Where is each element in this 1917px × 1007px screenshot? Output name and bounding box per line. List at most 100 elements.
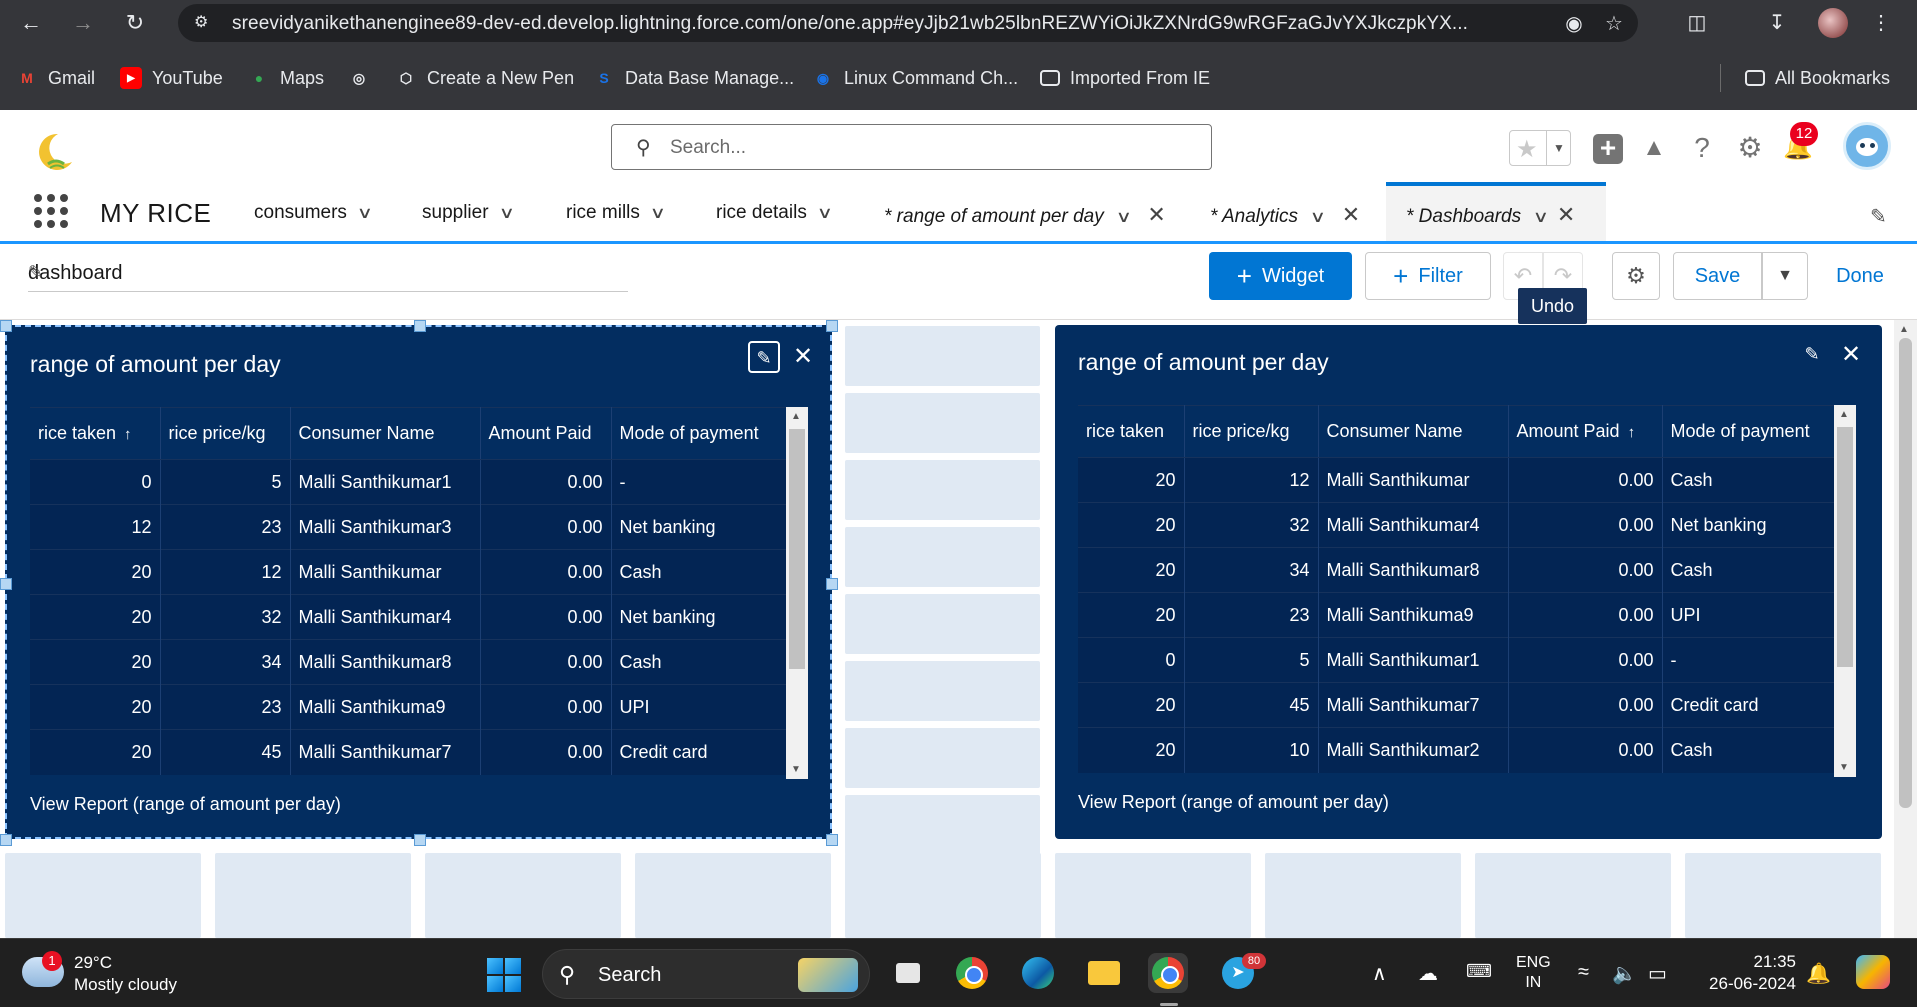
resize-handle[interactable]	[826, 578, 838, 590]
save-options-button[interactable]: ▼	[1762, 252, 1808, 300]
profile-avatar[interactable]	[1818, 8, 1848, 38]
show-hidden-icons-chevron-icon[interactable]: ∧	[1372, 961, 1387, 986]
chrome-active-app-icon[interactable]	[1148, 953, 1188, 993]
help-icon[interactable]: ?	[1684, 130, 1720, 166]
edit-widget-pencil-icon[interactable]: ✎	[748, 341, 780, 373]
global-search-input[interactable]: ⚲ Search...	[611, 124, 1212, 170]
column-header[interactable]: Amount Paid	[480, 407, 612, 460]
back-icon[interactable]: ←	[16, 8, 46, 38]
scroll-up-icon[interactable]: ▲	[791, 411, 801, 422]
table-scrollbar[interactable]: ▲ ▼	[786, 407, 808, 779]
chrome-app-icon[interactable]	[952, 953, 992, 993]
setup-gear-icon[interactable]: ⚙	[1732, 130, 1768, 166]
properties-button[interactable]: ⚙	[1612, 252, 1660, 300]
column-header[interactable]: rice taken ↑	[30, 407, 161, 460]
notification-bell-icon[interactable]: 🔔	[1806, 961, 1831, 986]
close-icon[interactable]: ✕	[1557, 202, 1575, 228]
column-header[interactable]: Consumer Name	[290, 407, 481, 460]
edit-widget-pencil-icon[interactable]: ✎	[1796, 339, 1828, 371]
nav-item-consumers[interactable]: consumers ∨	[254, 202, 373, 226]
download-icon[interactable]: ↧	[1762, 8, 1792, 38]
scroll-up-icon[interactable]: ▲	[1839, 409, 1849, 420]
bookmark-imported[interactable]: Imported From IE	[1040, 66, 1210, 90]
sort-ascending-icon[interactable]: ↑	[124, 426, 132, 443]
extensions-icon[interactable]: ◫	[1682, 8, 1712, 38]
chevron-down-icon[interactable]: ∨	[1310, 207, 1326, 227]
close-icon[interactable]: ✕	[1147, 202, 1165, 228]
eye-icon[interactable]: ◉	[1561, 11, 1587, 37]
done-button[interactable]: Done	[1820, 252, 1900, 300]
scrollbar-thumb[interactable]	[1899, 338, 1912, 808]
resize-handle[interactable]	[0, 320, 12, 332]
scroll-down-icon[interactable]: ▼	[1839, 762, 1849, 773]
all-bookmarks[interactable]: All Bookmarks	[1745, 66, 1890, 90]
global-actions-icon[interactable]: +	[1593, 134, 1623, 164]
resize-handle[interactable]	[414, 834, 426, 846]
column-header[interactable]: Consumer Name	[1318, 405, 1509, 458]
resize-handle[interactable]	[0, 834, 12, 846]
nav-item-supplier[interactable]: supplier ∨	[422, 202, 515, 226]
chevron-down-icon[interactable]: ∨	[1533, 207, 1549, 227]
bookmark-youtube[interactable]: ▶ YouTube	[120, 66, 223, 90]
system-clock[interactable]: 21:35 26-06-2024	[1700, 951, 1796, 995]
scroll-up-icon[interactable]: ▲	[1899, 324, 1909, 335]
column-header[interactable]: rice taken	[1078, 405, 1185, 458]
edge-app-icon[interactable]	[1018, 953, 1058, 993]
tab-range-of-amount[interactable]: * range of amount per day ∨ ✕	[884, 182, 1166, 241]
edit-nav-pencil-icon[interactable]: ✎	[1870, 204, 1887, 229]
scroll-down-icon[interactable]: ▼	[791, 764, 801, 775]
tab-dashboards[interactable]: * Dashboards ∨ ✕	[1386, 182, 1606, 241]
table-scrollbar[interactable]: ▲ ▼	[1834, 405, 1856, 777]
nav-item-rice-details[interactable]: rice details ∨	[716, 202, 833, 226]
favorites-button[interactable]: ★ ▼	[1509, 130, 1571, 166]
forward-icon[interactable]: →	[68, 8, 98, 38]
column-header[interactable]: rice price/kg	[1184, 405, 1319, 458]
nav-item-rice-mills[interactable]: rice mills ∨	[566, 202, 666, 226]
resize-handle[interactable]	[826, 320, 838, 332]
language-indicator[interactable]: ENG IN	[1516, 953, 1551, 993]
bookmark-linux[interactable]: ◉ Linux Command Ch...	[812, 66, 1018, 90]
column-header[interactable]: Mode of payment	[1662, 405, 1837, 458]
bookmark-codepen[interactable]: ⬡ Create a New Pen	[395, 66, 574, 90]
bookmark-maps[interactable]: ● Maps	[248, 66, 324, 90]
task-view-icon[interactable]	[888, 953, 928, 993]
onedrive-cloud-icon[interactable]: ☁	[1418, 961, 1438, 986]
sort-ascending-icon[interactable]: ↑	[1628, 424, 1636, 441]
wifi-icon[interactable]: ≈	[1578, 961, 1589, 984]
view-report-link[interactable]: View Report (range of amount per day)	[30, 794, 341, 815]
view-report-link[interactable]: View Report (range of amount per day)	[1078, 792, 1389, 813]
column-header[interactable]: Mode of payment	[611, 407, 789, 460]
keyboard-icon[interactable]: ⌨	[1466, 961, 1492, 982]
remove-widget-close-icon[interactable]: ✕	[1835, 339, 1867, 371]
close-icon[interactable]: ✕	[1342, 202, 1360, 228]
resize-handle[interactable]	[826, 834, 838, 846]
weather-widget[interactable]: 1 29°C Mostly cloudy	[22, 951, 202, 997]
add-filter-button[interactable]: + Filter	[1365, 252, 1491, 300]
save-button[interactable]: Save	[1673, 252, 1762, 300]
dashboard-name-field[interactable]: dashboard ✎	[28, 262, 628, 292]
tab-analytics[interactable]: * Analytics ∨ ✕	[1210, 182, 1360, 241]
battery-icon[interactable]: ▭	[1648, 961, 1667, 986]
bookmark-gmail[interactable]: M Gmail	[16, 66, 95, 90]
bookmark-globe[interactable]: ◎	[348, 66, 380, 90]
reload-icon[interactable]: ↻	[120, 8, 150, 38]
column-header[interactable]: rice price/kg	[160, 407, 291, 460]
user-avatar[interactable]	[1843, 122, 1891, 170]
resize-handle[interactable]	[414, 320, 426, 332]
resize-handle[interactable]	[0, 578, 12, 590]
scrollbar-thumb[interactable]	[789, 429, 805, 669]
chevron-down-icon[interactable]: ∨	[816, 203, 832, 223]
scrollbar-thumb[interactable]	[1837, 427, 1853, 667]
chevron-down-icon[interactable]: ∨	[650, 203, 666, 223]
menu-dots-icon[interactable]: ⋮	[1866, 8, 1896, 38]
file-explorer-icon[interactable]	[1084, 953, 1124, 993]
trailhead-icon[interactable]: ▲	[1636, 130, 1672, 166]
site-info-icon[interactable]: ⚙	[194, 13, 214, 33]
url-bar[interactable]: ⚙ sreevidyanikethanenginee89-dev-ed.deve…	[178, 4, 1638, 42]
app-launcher-icon[interactable]	[34, 194, 68, 228]
chevron-down-icon[interactable]: ∨	[1115, 207, 1131, 227]
bookmark-database[interactable]: S Data Base Manage...	[593, 66, 794, 90]
windows-start-icon[interactable]	[487, 958, 521, 992]
chevron-down-icon[interactable]: ∨	[357, 203, 373, 223]
copilot-icon[interactable]	[1856, 955, 1890, 989]
